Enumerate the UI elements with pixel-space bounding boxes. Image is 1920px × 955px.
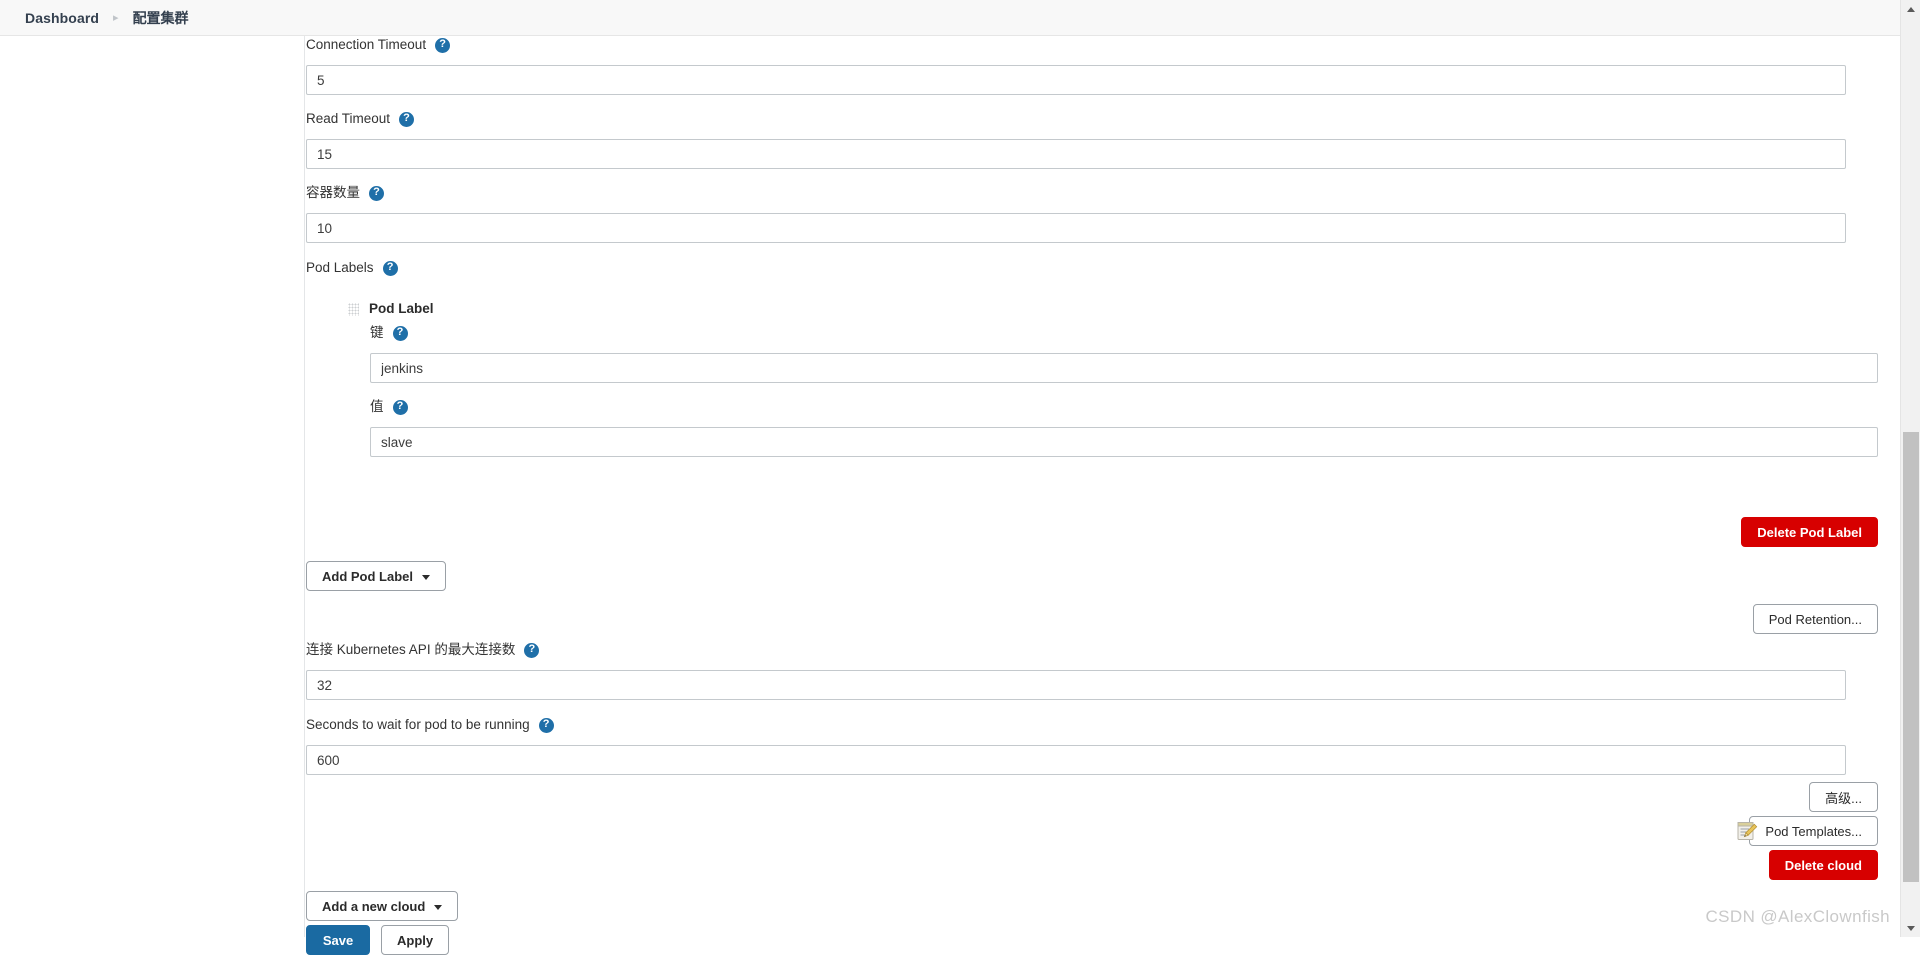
help-icon[interactable]: ? [393,326,408,341]
apply-button[interactable]: Apply [381,925,449,955]
field-container-count-label: 容器数量 ? [306,184,1846,202]
field-max-connections-label: 连接 Kubernetes API 的最大连接数 ? [306,641,1846,659]
add-pod-label-button[interactable]: Add Pod Label [306,561,446,591]
page-scrollbar[interactable] [1900,0,1920,937]
scrollbar-thumb[interactable] [1903,432,1919,882]
field-pod-label-key-label-text: 键 [370,324,384,342]
pod-label-entry: Pod Label [348,300,434,318]
field-pod-label-value-label-text: 值 [370,398,384,416]
scrollbar-up-arrow-icon[interactable] [1901,0,1920,18]
help-icon[interactable]: ? [435,38,450,53]
field-wait-seconds-label-text: Seconds to wait for pod to be running [306,716,530,734]
pod-label-entry-title: Pod Label [369,300,434,318]
breadcrumb-item-dashboard[interactable]: Dashboard [25,10,99,26]
add-a-new-cloud-button-label: Add a new cloud [322,899,425,914]
watermark-text: CSDN @AlexClownfish [1705,907,1890,927]
pod-label-entry-header: Pod Label [348,300,434,318]
save-button[interactable]: Save [306,925,370,955]
help-icon[interactable]: ? [399,112,414,127]
help-icon[interactable]: ? [383,261,398,276]
add-a-new-cloud-button[interactable]: Add a new cloud [306,891,458,921]
pod-label-value-input[interactable] [370,427,1878,457]
cloud-configuration-form: Connection Timeout ? Read Timeout ? 容器数量… [306,36,1900,937]
form-actions: Save Apply [306,925,449,955]
breadcrumb-separator-icon: ▸ [113,11,119,24]
pod-labels-section-label: Pod Labels ? [306,259,398,277]
notepad-pencil-icon [1736,820,1758,842]
add-cloud-row: Add a new cloud [306,891,458,921]
add-pod-label-button-label: Add Pod Label [322,569,413,584]
help-icon[interactable]: ? [369,186,384,201]
delete-cloud-button[interactable]: Delete cloud [1769,850,1878,880]
container-count-input[interactable] [306,213,1846,243]
breadcrumb-item-current[interactable]: 配置集群 [133,8,189,28]
max-connections-input[interactable] [306,670,1846,700]
field-container-count-label-text: 容器数量 [306,184,360,202]
wait-seconds-input[interactable] [306,745,1846,775]
field-max-connections: 连接 Kubernetes API 的最大连接数 ? [306,641,1846,700]
caret-down-icon [434,905,442,910]
section-pod-labels: Pod Labels ? [306,259,398,277]
delete-pod-label-row: Delete Pod Label [306,517,1878,547]
delete-cloud-row: Delete cloud [306,850,1878,880]
help-icon[interactable]: ? [539,718,554,733]
field-pod-label-key-label: 键 ? [370,324,1878,342]
advanced-row: 高级... [306,782,1878,812]
field-container-count: 容器数量 ? [306,184,1846,243]
field-pod-label-key: 键 ? [370,324,1878,383]
pod-templates-button[interactable]: Pod Templates... [1749,816,1878,846]
field-read-timeout-label: Read Timeout ? [306,110,1846,128]
field-read-timeout: Read Timeout ? [306,110,1846,169]
add-pod-label-row: Add Pod Label [306,561,446,591]
read-timeout-input[interactable] [306,139,1846,169]
advanced-button[interactable]: 高级... [1809,782,1878,812]
field-read-timeout-label-text: Read Timeout [306,110,390,128]
pod-labels-section-label-text: Pod Labels [306,259,374,277]
field-connection-timeout-label-text: Connection Timeout [306,36,426,54]
field-connection-timeout-label: Connection Timeout ? [306,36,1846,54]
field-connection-timeout: Connection Timeout ? [306,36,1846,95]
field-pod-label-value: 值 ? [370,398,1878,457]
left-sidebar-rail [0,36,305,937]
scrollbar-down-arrow-icon[interactable] [1901,919,1920,937]
page-body: Connection Timeout ? Read Timeout ? 容器数量… [0,36,1900,937]
connection-timeout-input[interactable] [306,65,1846,95]
help-icon[interactable]: ? [524,643,539,658]
field-wait-seconds-label: Seconds to wait for pod to be running ? [306,716,1846,734]
help-icon[interactable]: ? [393,400,408,415]
breadcrumb: Dashboard ▸ 配置集群 [0,0,1920,36]
field-pod-label-value-label: 值 ? [370,398,1878,416]
field-wait-seconds: Seconds to wait for pod to be running ? [306,716,1846,775]
pod-templates-row: Pod Templates... [306,816,1878,846]
delete-pod-label-button[interactable]: Delete Pod Label [1741,517,1878,547]
pod-retention-button[interactable]: Pod Retention... [1753,604,1878,634]
field-max-connections-label-text: 连接 Kubernetes API 的最大连接数 [306,641,515,659]
pod-retention-row: Pod Retention... [306,604,1878,634]
pod-label-key-input[interactable] [370,353,1878,383]
drag-handle-icon[interactable] [348,303,359,316]
caret-down-icon [422,575,430,580]
